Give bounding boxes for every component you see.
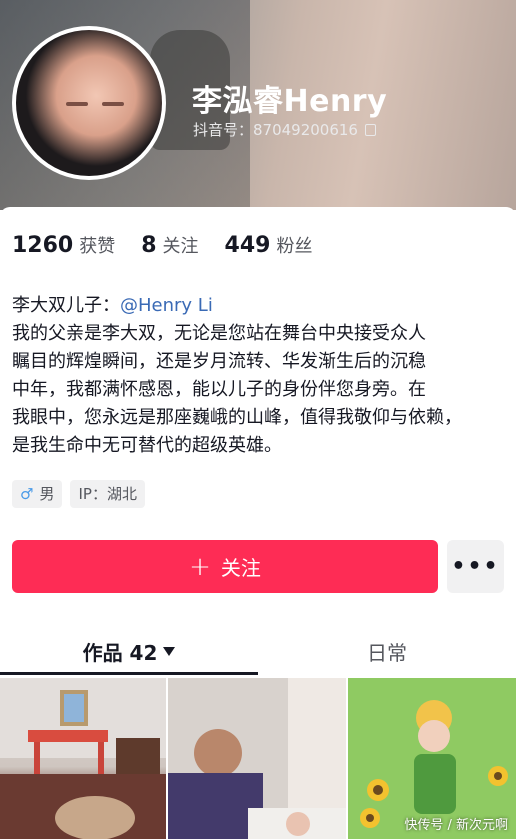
follow-button[interactable]: + 关注 [12,540,438,593]
video-thumbnail[interactable] [0,678,167,839]
bio-line: 中年，我都满怀感恩，能以儿子的身份伴您身旁。在 [12,379,426,400]
likes-count[interactable]: 1260 [12,233,73,258]
tab-works[interactable]: 作品 42 [0,626,258,676]
video-thumbnail[interactable] [168,678,346,839]
active-tab-indicator [0,672,258,675]
bio-line: 瞩目的辉煌瞬间，还是岁月流转、华发渐生后的沉稳 [12,351,426,372]
gender-text: 男 [39,485,55,503]
avatar-eye [66,102,88,106]
male-icon: ♂ [20,485,34,503]
bio-line: 是我生命中无可替代的超级英雄。 [12,435,282,456]
likes-label[interactable]: 获赞 [79,232,115,258]
avatar[interactable] [12,26,166,180]
bio-line: 我眼中，您永远是那座巍峨的山峰，值得我敬仰与依赖， [12,407,462,428]
bio-prefix: 李大双儿子： [12,295,120,316]
followers-count[interactable]: 449 [225,233,271,258]
content-tabs: 作品 42 日常 [0,626,516,676]
follow-button-label: 关注 [220,556,261,580]
copy-icon[interactable] [364,123,376,136]
profile-tags: ♂ 男 IP：湖北 [12,480,145,508]
more-options-button[interactable]: ••• [447,540,504,593]
avatar-eye [102,102,124,106]
tab-daily[interactable]: 日常 [258,626,516,676]
profile-stats: 1260 获赞 8 关注 449 粉丝 [12,232,338,258]
profile-bio: 李大双儿子：@Henry Li 我的父亲是李大双，无论是您站在舞台中央接受众人 … [12,292,510,460]
thumbnail-scene-man-and-baby [168,678,346,839]
followers-label[interactable]: 粉丝 [276,232,312,258]
tab-daily-label: 日常 [367,640,407,665]
video-thumbnail[interactable]: 快传号 / 新次元啊 [347,678,516,839]
gender-tag: ♂ 男 [12,480,63,508]
bio-mention-link[interactable]: @Henry Li [120,295,213,316]
ip-tag: IP：湖北 [70,480,145,508]
douyin-id[interactable]: 抖音号：87049200616 [193,119,376,140]
ip-text: IP：湖北 [78,485,137,503]
more-icon: ••• [451,554,500,579]
profile-name: 李泓睿Henry [192,84,388,119]
tab-works-label: 作品 42 [82,640,158,665]
following-label[interactable]: 关注 [163,232,199,258]
avatar-image [16,30,162,176]
bio-line: 我的父亲是李大双，无论是您站在舞台中央接受众人 [12,323,426,344]
works-grid: 快传号 / 新次元啊 [0,678,516,839]
douyin-id-text: 抖音号：87049200616 [193,121,358,139]
plus-icon: + [189,551,211,582]
thumbnail-scene-living-room [0,678,167,839]
watermark-text: 快传号 / 新次元啊 [404,818,508,833]
following-count[interactable]: 8 [141,233,156,258]
dropdown-triangle-icon [163,646,176,656]
bio-first-line: 李大双儿子：@Henry Li [12,292,510,320]
